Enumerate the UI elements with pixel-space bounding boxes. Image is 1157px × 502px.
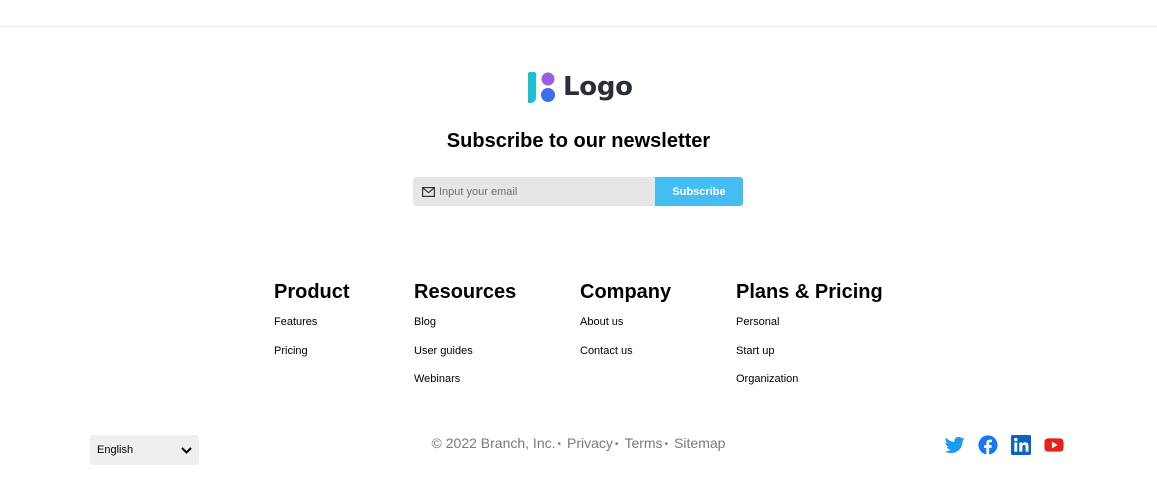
link-list: Features Pricing: [274, 316, 350, 373]
newsletter-title: Subscribe to our newsletter: [446, 130, 711, 152]
twitter-icon[interactable]: [944, 435, 965, 455]
list-item: Contact us: [580, 345, 671, 374]
privacy-link[interactable]: Privacy: [567, 435, 613, 451]
list-item: User guides: [414, 345, 516, 374]
link-list: About us Contact us: [580, 316, 671, 373]
youtube-icon[interactable]: [1044, 435, 1064, 455]
link-list: Personal Start up Organization: [736, 316, 883, 402]
email-input[interactable]: [439, 178, 639, 205]
list-item: Blog: [414, 316, 516, 345]
header-divider: [0, 26, 1157, 27]
link-blog[interactable]: Blog: [414, 316, 436, 328]
separator: •: [614, 439, 619, 450]
list-item: Start up: [736, 345, 883, 374]
link-user-guides[interactable]: User guides: [414, 345, 473, 357]
separator: •: [664, 439, 669, 450]
mail-icon: [422, 186, 435, 197]
list-item: Personal: [736, 316, 883, 345]
copyright-text: © 2022 Branch, Inc.: [431, 435, 556, 451]
sitemap-link[interactable]: Sitemap: [674, 435, 725, 451]
newsletter-form: Subscribe: [413, 177, 743, 206]
link-contact-us[interactable]: Contact us: [580, 345, 633, 357]
social-links: [944, 435, 1064, 455]
footer-column-product: Product Features Pricing: [274, 281, 350, 373]
column-title: Company: [580, 281, 672, 303]
logo-mark-icon: [528, 72, 555, 103]
link-organization[interactable]: Organization: [736, 373, 798, 385]
list-item: Features: [274, 316, 350, 345]
terms-link[interactable]: Terms: [624, 435, 662, 451]
link-personal[interactable]: Personal: [736, 316, 779, 328]
list-item: Organization: [736, 373, 883, 402]
linkedin-icon[interactable]: [1011, 435, 1031, 455]
email-field-wrapper: [413, 177, 655, 206]
link-webinars[interactable]: Webinars: [414, 373, 460, 385]
separator: •: [557, 439, 562, 450]
footer-column-plans-pricing: Plans & Pricing Personal Start up Organi…: [736, 281, 883, 402]
logo[interactable]: Logo: [526, 71, 633, 104]
column-title: Plans & Pricing: [736, 281, 883, 303]
footer-column-company: Company About us Contact us: [580, 281, 671, 373]
link-features[interactable]: Features: [274, 316, 317, 328]
link-about-us[interactable]: About us: [580, 316, 623, 328]
logo-text: Logo: [563, 72, 633, 102]
list-item: Pricing: [274, 345, 350, 374]
list-item: About us: [580, 316, 671, 345]
footer-column-resources: Resources Blog User guides Webinars: [414, 281, 516, 402]
link-start-up[interactable]: Start up: [736, 345, 775, 357]
list-item: Webinars: [414, 373, 516, 402]
column-title: Resources: [414, 281, 517, 303]
link-list: Blog User guides Webinars: [414, 316, 516, 402]
column-title: Product: [274, 281, 350, 303]
facebook-icon[interactable]: [978, 435, 998, 455]
subscribe-button[interactable]: Subscribe: [655, 177, 743, 206]
link-pricing[interactable]: Pricing: [274, 345, 308, 357]
